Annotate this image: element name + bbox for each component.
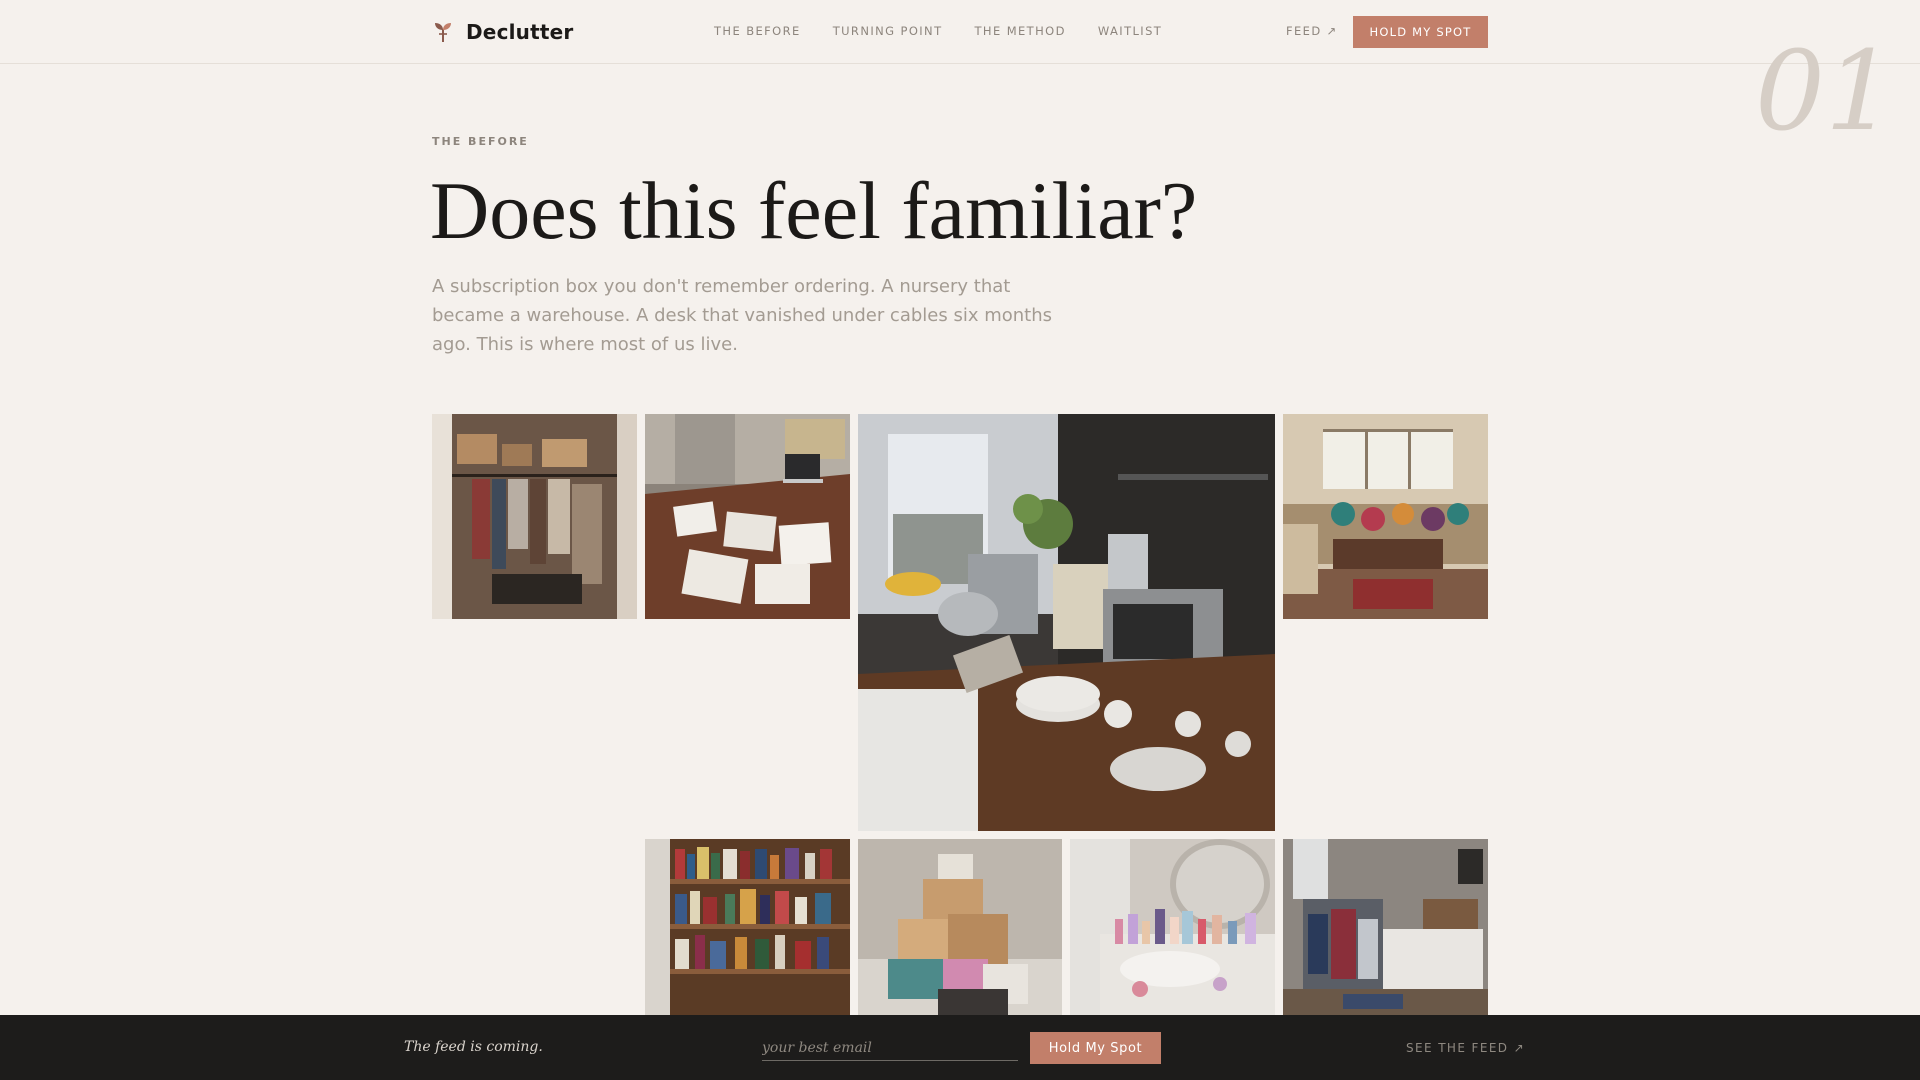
brand-logo-link[interactable]: Declutter — [432, 18, 573, 46]
nav-item-waitlist[interactable]: WAITLIST — [1098, 24, 1162, 38]
bottom-hold-my-spot-button[interactable]: Hold My Spot — [1030, 1032, 1161, 1064]
feed-link[interactable]: FEED ↗ — [1286, 24, 1338, 38]
gallery-photo-bookshelf — [645, 839, 850, 1015]
top-navigation-bar: Declutter THE BEFORE TURNING POINT THE M… — [0, 0, 1920, 64]
section-eyebrow: THE BEFORE — [432, 135, 529, 148]
gallery-photo-bathroom — [1070, 839, 1275, 1015]
waitlist-bottom-bar: The feed is coming. Hold My Spot SEE THE… — [0, 1015, 1920, 1080]
nav-item-the-method[interactable]: THE METHOD — [975, 24, 1066, 38]
gallery-photo-bedroom — [1283, 839, 1488, 1015]
page-title: Does this feel familiar? — [430, 165, 1198, 256]
seedling-icon — [435, 23, 451, 42]
intro-paragraph: A subscription box you don't remember or… — [432, 276, 1053, 355]
gallery-photo-boxes — [858, 839, 1062, 1015]
nav-item-the-before[interactable]: THE BEFORE — [714, 24, 801, 38]
gallery-photo-living-room — [1283, 414, 1488, 619]
nav-item-turning-point[interactable]: TURNING POINT — [833, 24, 943, 38]
brand-name: Declutter — [466, 20, 574, 44]
section-number: 01 — [1755, 27, 1895, 155]
hold-my-spot-button[interactable]: HOLD MY SPOT — [1353, 16, 1488, 48]
primary-nav: THE BEFORE TURNING POINT THE METHOD WAIT… — [714, 24, 1162, 38]
bottom-tagline: The feed is coming. — [404, 1039, 543, 1055]
gallery-photo-closet — [432, 414, 637, 619]
gallery-photo-kitchen — [858, 414, 1275, 831]
email-field[interactable] — [762, 1035, 1018, 1061]
see-the-feed-link[interactable]: SEE THE FEED ↗ — [1406, 1041, 1525, 1055]
gallery-photo-desk — [645, 414, 850, 619]
